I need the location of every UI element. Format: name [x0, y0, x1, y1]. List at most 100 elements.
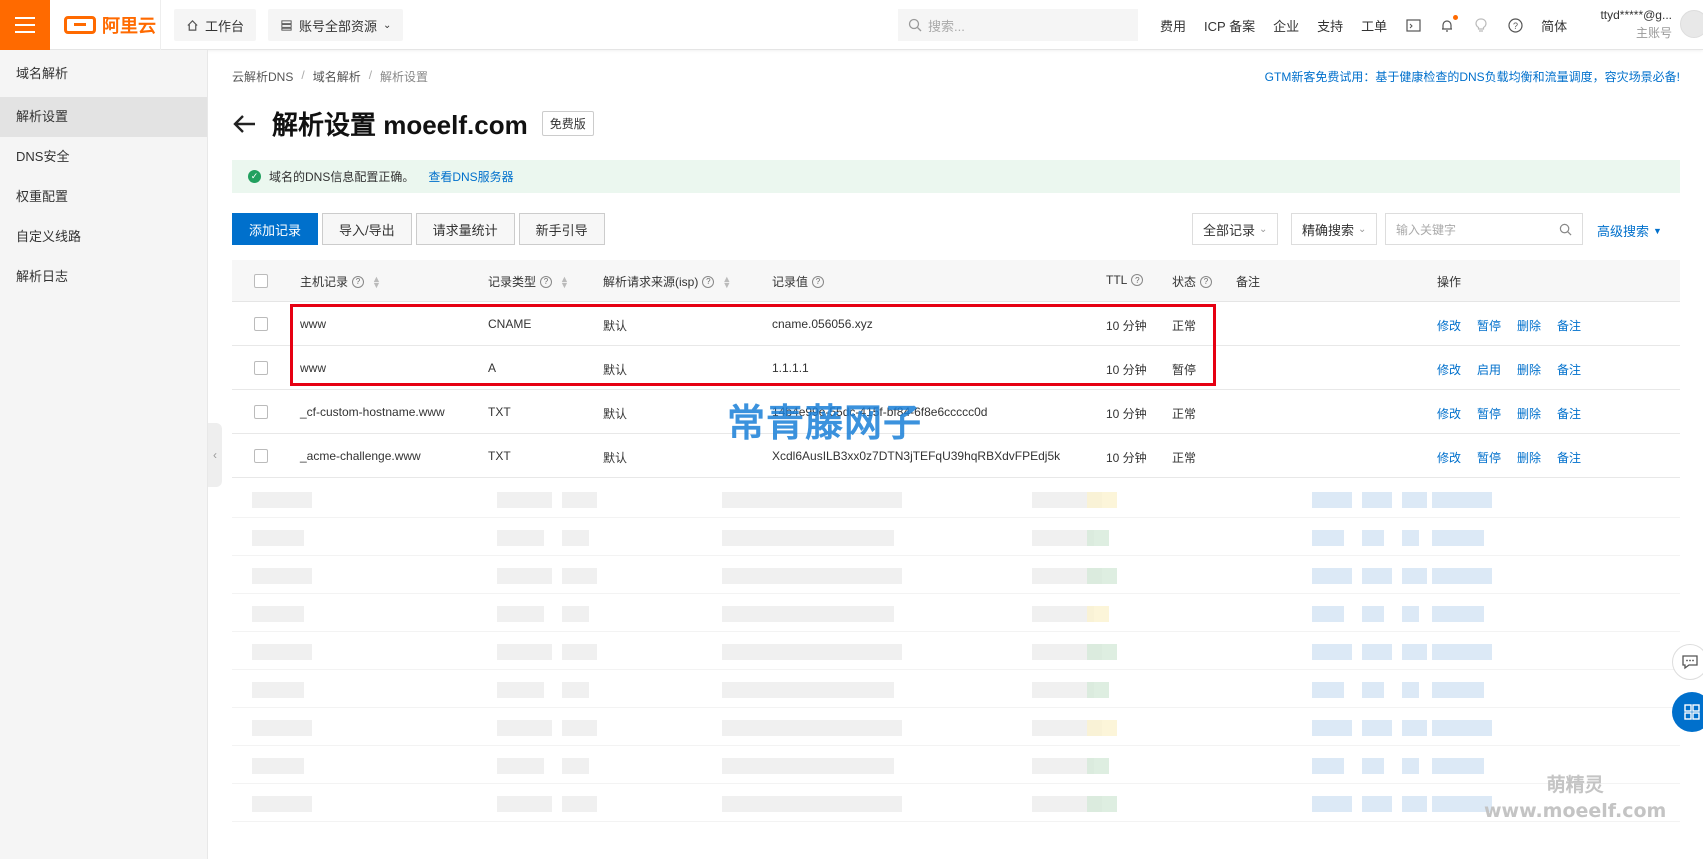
request-stats-button[interactable]: 请求量统计 [415, 213, 515, 245]
keyword-search-input[interactable]: 输入关键字 [1385, 213, 1583, 245]
redacted-block [1362, 682, 1384, 698]
redacted-block [722, 492, 902, 508]
redacted-block [722, 606, 894, 622]
help-icon[interactable]: ? [1200, 275, 1213, 288]
guide-button[interactable]: 新手引导 [518, 213, 605, 245]
help-icon[interactable]: ? [352, 275, 365, 288]
bell-icon[interactable] [1439, 15, 1459, 33]
bulb-icon[interactable] [1473, 17, 1489, 33]
row-actions: 修改 暂停 删除 备注 [1437, 317, 1581, 334]
help-icon[interactable]: ? [702, 275, 715, 288]
help-icon[interactable]: ? [540, 275, 553, 288]
sidebar-item-custom-line[interactable]: 自定义线路 [0, 217, 207, 257]
remark-link[interactable]: 备注 [1557, 317, 1581, 334]
breadcrumb-dns[interactable]: 云解析DNS [232, 68, 293, 85]
select-all-checkbox[interactable] [254, 274, 268, 288]
chat-icon[interactable] [1672, 644, 1703, 680]
avatar[interactable] [1680, 10, 1703, 38]
user-account[interactable]: ttyd*****@g... 主账号 [1592, 6, 1672, 42]
top-link-enterprise[interactable]: 企业 [1273, 16, 1299, 35]
sidebar-item-resolution-log[interactable]: 解析日志 [0, 257, 207, 297]
redacted-block [1087, 606, 1109, 622]
toggle-link[interactable]: 暂停 [1477, 449, 1501, 466]
search-icon[interactable] [1559, 223, 1572, 236]
top-link-icp[interactable]: ICP 备案 [1204, 16, 1255, 35]
row-checkbox[interactable] [254, 405, 268, 419]
global-search-input[interactable]: 搜索... [898, 9, 1138, 41]
row-checkbox[interactable] [254, 317, 268, 331]
sort-icon[interactable]: ▲ ▼ [372, 274, 381, 289]
redacted-block [497, 492, 552, 508]
top-link-support[interactable]: 支持 [1317, 16, 1343, 35]
terminal-icon[interactable] [1405, 17, 1421, 33]
advanced-search-button[interactable]: 高级搜索 ▼ [1597, 221, 1662, 240]
edit-link[interactable]: 修改 [1437, 317, 1461, 334]
edit-link[interactable]: 修改 [1437, 361, 1461, 378]
row-checkbox[interactable] [254, 361, 268, 375]
redacted-block [1087, 720, 1117, 736]
redacted-block [722, 682, 894, 698]
search-mode-select[interactable]: 精确搜索 ⌄ [1291, 213, 1378, 245]
delete-link[interactable]: 删除 [1517, 317, 1541, 334]
redacted-block [1402, 720, 1427, 736]
workbench-button[interactable]: 工作台 [174, 9, 257, 41]
redacted-block [497, 796, 552, 812]
edit-link[interactable]: 修改 [1437, 405, 1461, 422]
record-filter-select[interactable]: 全部记录 ⌄ [1192, 213, 1279, 245]
redacted-block [562, 530, 589, 546]
cell-ttl: 10 分钟 [1106, 451, 1147, 465]
col-status: 状态? [1172, 273, 1213, 290]
help-icon[interactable]: ? [812, 275, 825, 288]
col-host[interactable]: 主机记录? ▲ ▼ [300, 273, 381, 290]
aliyun-logo[interactable]: 阿里云 [64, 14, 156, 36]
import-export-button[interactable]: 导入/导出 [322, 213, 412, 245]
redacted-block [1432, 720, 1492, 736]
remark-link[interactable]: 备注 [1557, 361, 1581, 378]
delete-link[interactable]: 删除 [1517, 449, 1541, 466]
gtm-promo-link[interactable]: GTM新客免费试用：基于健康检查的DNS负载均衡和流量调度，容灾场景必备! [1265, 68, 1680, 85]
table-row: _acme-challenge.www TXT 默认 Xcdl6AusILB3x… [232, 434, 1680, 478]
redacted-block [1312, 492, 1352, 508]
sidebar-item-resolution-settings[interactable]: 解析设置 [0, 97, 207, 137]
delete-link[interactable]: 删除 [1517, 405, 1541, 422]
row-checkbox[interactable] [254, 449, 268, 463]
back-arrow-icon[interactable] [232, 111, 258, 137]
language-switch[interactable]: 简体 [1541, 16, 1567, 35]
edit-link[interactable]: 修改 [1437, 449, 1461, 466]
sort-icon[interactable]: ▲ ▼ [560, 274, 569, 289]
redacted-block [1032, 682, 1094, 698]
add-record-button[interactable]: 添加记录 [232, 213, 319, 245]
toggle-link[interactable]: 暂停 [1477, 405, 1501, 422]
breadcrumb-domain[interactable]: 域名解析 [313, 68, 361, 85]
col-ops: 操作 [1437, 275, 1462, 289]
sidebar-item-domain-resolution[interactable]: 域名解析 [0, 54, 207, 94]
help-icon[interactable]: ? [1131, 274, 1144, 286]
col-isp[interactable]: 解析请求来源(isp)? ▲ ▼ [603, 273, 731, 290]
toggle-link[interactable]: 暂停 [1477, 317, 1501, 334]
chevron-down-icon: ⌄ [1259, 223, 1268, 235]
watermark-text: 常青藤网子 [727, 401, 923, 445]
redacted-block [1087, 682, 1109, 698]
redacted-block [722, 568, 902, 584]
hamburger-menu-icon[interactable] [0, 0, 50, 50]
table-row: _cf-custom-hostname.www TXT 默认 14b4e99e-… [232, 390, 1680, 434]
redacted-block [1312, 606, 1344, 622]
remark-link[interactable]: 备注 [1557, 405, 1581, 422]
sort-icon[interactable]: ▲ ▼ [722, 274, 731, 289]
plan-badge: 免费版 [541, 111, 594, 136]
view-dns-servers-link[interactable]: 查看DNS服务器 [428, 168, 513, 185]
top-link-fees[interactable]: 费用 [1160, 16, 1186, 35]
help-icon[interactable]: ? [1507, 17, 1523, 33]
redacted-block [1432, 682, 1484, 698]
sidebar-item-dns-security[interactable]: DNS安全 [0, 137, 207, 177]
remark-link[interactable]: 备注 [1557, 449, 1581, 466]
sidebar-item-weight-config[interactable]: 权重配置 [0, 177, 207, 217]
delete-link[interactable]: 删除 [1517, 361, 1541, 378]
resources-dropdown[interactable]: 账号全部资源 ⌄ [268, 9, 404, 41]
top-link-ticket[interactable]: 工单 [1361, 16, 1387, 35]
redacted-block [722, 758, 894, 774]
redacted-block [562, 796, 597, 812]
col-type[interactable]: 记录类型? ▲ ▼ [488, 273, 569, 290]
sidebar-collapse-handle[interactable]: ‹ [208, 423, 222, 487]
toggle-link[interactable]: 启用 [1477, 361, 1501, 378]
